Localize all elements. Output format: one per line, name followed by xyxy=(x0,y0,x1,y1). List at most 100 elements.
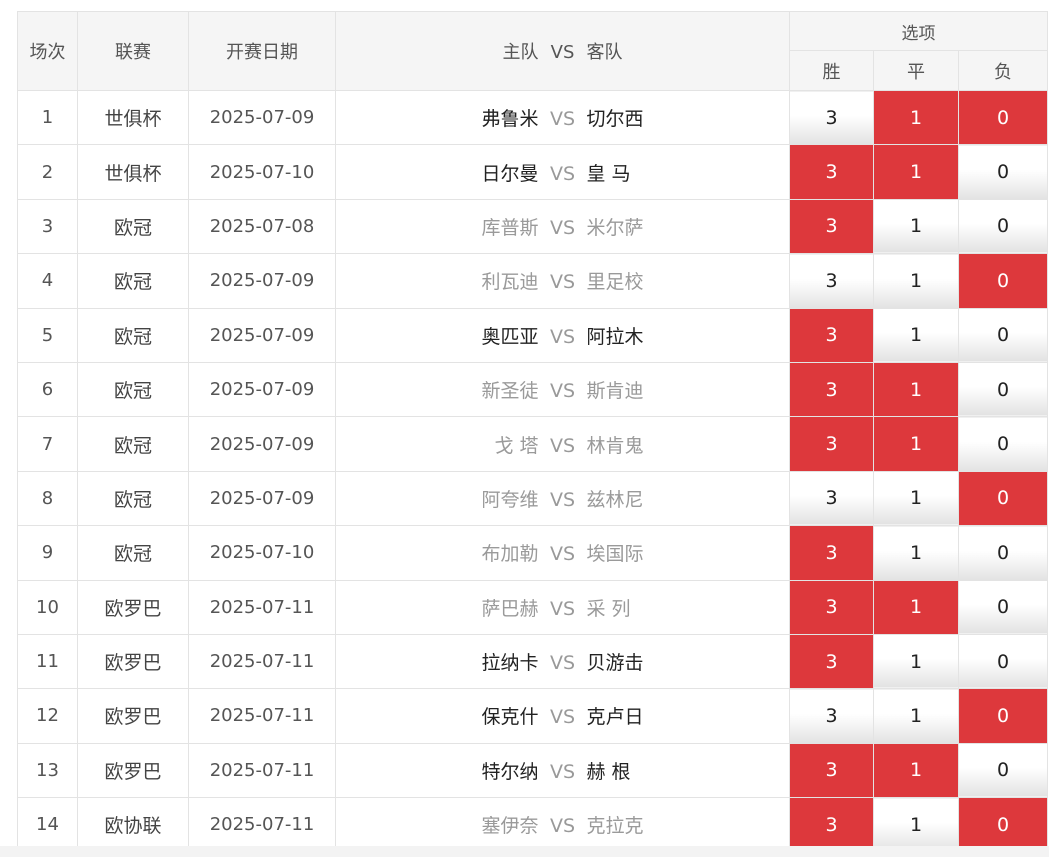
home-team: 库普斯 xyxy=(481,216,539,239)
match-league: 欧罗巴 xyxy=(77,633,189,690)
match-league: 欧协联 xyxy=(77,797,189,853)
option-lose-button[interactable]: 0 xyxy=(957,742,1049,799)
match-teams: 戈 塔 VS 林肯鬼 xyxy=(335,416,790,472)
header-vs: VS xyxy=(550,42,575,63)
vs-label: VS xyxy=(549,271,576,294)
option-draw-button[interactable]: 1 xyxy=(873,633,959,690)
match-index: 11 xyxy=(17,633,78,690)
vs-label: VS xyxy=(549,597,576,620)
match-teams: 利瓦迪 VS 里足校 xyxy=(335,253,790,309)
vs-label: VS xyxy=(549,216,576,239)
option-win-button[interactable]: 3 xyxy=(789,633,874,690)
home-team: 萨巴赫 xyxy=(481,597,539,620)
table-row: 1 世俱杯 2025-07-09 弗鲁米 VS 切尔西 3 1 0 xyxy=(17,89,1049,146)
match-league: 世俱杯 xyxy=(77,144,189,200)
away-team: 里足校 xyxy=(586,271,644,294)
option-draw-button[interactable]: 1 xyxy=(873,688,959,744)
table-row: 11 欧罗巴 2025-07-11 拉纳卡 VS 贝游击 3 1 0 xyxy=(17,633,1049,690)
table-row: 3 欧冠 2025-07-08 库普斯 VS 米尔萨 3 1 0 xyxy=(17,198,1049,255)
table-row: 8 欧冠 2025-07-09 阿夸维 VS 兹林尼 3 1 0 xyxy=(17,470,1049,527)
option-lose-button[interactable]: 0 xyxy=(957,797,1049,853)
match-date: 2025-07-11 xyxy=(188,633,336,690)
away-team: 克拉克 xyxy=(586,815,644,838)
home-team: 戈 塔 xyxy=(494,434,539,457)
option-win-button[interactable]: 3 xyxy=(789,307,874,363)
option-draw-button[interactable]: 1 xyxy=(873,579,959,635)
option-draw-button[interactable]: 1 xyxy=(873,742,959,799)
option-win-button[interactable]: 3 xyxy=(789,742,874,799)
option-lose-button[interactable]: 0 xyxy=(957,361,1049,418)
header-draw: 平 xyxy=(873,50,959,91)
header-away: 客队 xyxy=(586,42,623,63)
match-date: 2025-07-11 xyxy=(188,688,336,744)
option-lose-button[interactable]: 0 xyxy=(957,253,1049,309)
home-team: 塞伊奈 xyxy=(481,815,539,838)
header-league: 联赛 xyxy=(77,11,189,91)
option-draw-button[interactable]: 1 xyxy=(873,89,959,146)
option-lose-button[interactable]: 0 xyxy=(957,579,1049,635)
match-teams: 库普斯 VS 米尔萨 xyxy=(335,198,790,255)
match-teams: 保克什 VS 克卢日 xyxy=(335,688,790,744)
option-draw-button[interactable]: 1 xyxy=(873,470,959,527)
option-win-button[interactable]: 3 xyxy=(789,89,874,146)
away-team: 阿拉木 xyxy=(586,325,644,348)
match-date: 2025-07-10 xyxy=(188,525,336,581)
option-win-button[interactable]: 3 xyxy=(789,144,874,200)
home-team: 奥匹亚 xyxy=(481,325,539,348)
match-teams: 拉纳卡 VS 贝游击 xyxy=(335,633,790,690)
match-teams: 布加勒 VS 埃国际 xyxy=(335,525,790,581)
option-win-button[interactable]: 3 xyxy=(789,416,874,472)
match-league: 欧罗巴 xyxy=(77,688,189,744)
match-index: 3 xyxy=(17,198,78,255)
header-options: 选项 xyxy=(788,11,1049,51)
vs-label: VS xyxy=(549,543,576,566)
home-team: 布加勒 xyxy=(481,543,539,566)
vs-label: VS xyxy=(549,434,576,457)
option-win-button[interactable]: 3 xyxy=(789,253,874,309)
vs-label: VS xyxy=(549,325,576,348)
option-win-button[interactable]: 3 xyxy=(789,198,874,255)
option-lose-button[interactable]: 0 xyxy=(957,470,1049,527)
option-lose-button[interactable]: 0 xyxy=(957,633,1049,690)
match-index: 12 xyxy=(17,688,78,744)
table-row: 6 欧冠 2025-07-09 新圣徒 VS 斯肯迪 3 1 0 xyxy=(17,361,1049,418)
match-index: 8 xyxy=(17,470,78,527)
match-league: 欧冠 xyxy=(77,307,189,363)
option-draw-button[interactable]: 1 xyxy=(873,361,959,418)
option-win-button[interactable]: 3 xyxy=(789,579,874,635)
option-lose-button[interactable]: 0 xyxy=(957,144,1049,200)
match-league: 欧罗巴 xyxy=(77,742,189,799)
option-win-button[interactable]: 3 xyxy=(789,361,874,418)
vs-label: VS xyxy=(549,760,576,783)
option-draw-button[interactable]: 1 xyxy=(873,416,959,472)
option-lose-button[interactable]: 0 xyxy=(957,198,1049,255)
option-lose-button[interactable]: 0 xyxy=(957,89,1049,146)
option-lose-button[interactable]: 0 xyxy=(957,416,1049,472)
option-draw-button[interactable]: 1 xyxy=(873,198,959,255)
away-team: 切尔西 xyxy=(586,108,644,131)
match-date: 2025-07-11 xyxy=(188,579,336,635)
match-teams: 阿夸维 VS 兹林尼 xyxy=(335,470,790,527)
away-team: 皇 马 xyxy=(586,162,631,185)
option-win-button[interactable]: 3 xyxy=(789,688,874,744)
away-team: 采 列 xyxy=(586,597,631,620)
option-win-button[interactable]: 3 xyxy=(789,525,874,581)
match-date: 2025-07-09 xyxy=(188,470,336,527)
match-index: 5 xyxy=(17,307,78,363)
option-win-button[interactable]: 3 xyxy=(789,470,874,527)
match-teams: 特尔纳 VS 赫 根 xyxy=(335,742,790,799)
option-lose-button[interactable]: 0 xyxy=(957,525,1049,581)
option-draw-button[interactable]: 1 xyxy=(873,144,959,200)
option-lose-button[interactable]: 0 xyxy=(957,307,1049,363)
match-league: 欧冠 xyxy=(77,525,189,581)
vs-label: VS xyxy=(549,706,576,729)
option-draw-button[interactable]: 1 xyxy=(873,253,959,309)
option-lose-button[interactable]: 0 xyxy=(957,688,1049,744)
option-win-button[interactable]: 3 xyxy=(789,797,874,853)
option-draw-button[interactable]: 1 xyxy=(873,307,959,363)
option-draw-button[interactable]: 1 xyxy=(873,525,959,581)
match-teams: 奥匹亚 VS 阿拉木 xyxy=(335,307,790,363)
match-index: 13 xyxy=(17,742,78,799)
option-draw-button[interactable]: 1 xyxy=(873,797,959,853)
match-date: 2025-07-09 xyxy=(188,307,336,363)
